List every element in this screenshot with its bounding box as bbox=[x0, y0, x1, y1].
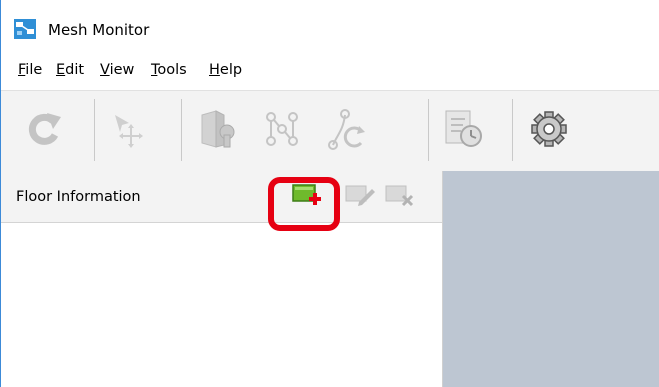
move-cursor-icon bbox=[115, 115, 143, 148]
menu-view-label: iew bbox=[109, 62, 135, 78]
menu-view[interactable]: View bbox=[100, 58, 134, 82]
title-bar[interactable]: Mesh Monitor bbox=[1, 0, 659, 46]
node-link-button[interactable] bbox=[260, 105, 304, 153]
window-title: Mesh Monitor bbox=[48, 21, 150, 39]
delete-floor-button[interactable] bbox=[385, 182, 415, 210]
refresh-button[interactable] bbox=[23, 105, 67, 153]
toolbar bbox=[1, 90, 659, 172]
menu-help-mnemonic: H bbox=[209, 62, 220, 78]
menu-edit-mnemonic: E bbox=[56, 62, 66, 78]
menu-view-mnemonic: V bbox=[100, 62, 110, 78]
menu-edit[interactable]: Edit bbox=[56, 58, 84, 82]
device-settings-button[interactable] bbox=[196, 105, 240, 153]
toolbar-separator bbox=[428, 99, 429, 161]
map-canvas[interactable] bbox=[443, 171, 659, 387]
menu-file[interactable]: File bbox=[18, 58, 42, 82]
edit-floor-button[interactable] bbox=[345, 182, 375, 210]
menu-bar: File Edit View Tools Help bbox=[1, 58, 659, 82]
add-floor-icon bbox=[292, 184, 321, 205]
add-floor-button[interactable] bbox=[292, 182, 322, 210]
floor-information-panel: Floor Information bbox=[1, 171, 443, 387]
route-icon bbox=[328, 109, 365, 150]
node-link-icon bbox=[266, 112, 298, 146]
menu-tools[interactable]: Tools bbox=[151, 58, 187, 82]
history-log-icon bbox=[445, 110, 482, 147]
move-button[interactable] bbox=[107, 105, 151, 153]
panel-title: Floor Information bbox=[16, 189, 141, 205]
gear-icon bbox=[531, 111, 567, 147]
device-settings-icon bbox=[201, 110, 235, 148]
menu-file-label: ile bbox=[25, 62, 43, 78]
edit-floor-icon bbox=[345, 185, 375, 206]
mesh-monitor-app-icon bbox=[14, 19, 36, 39]
toolbar-separator bbox=[94, 99, 95, 161]
menu-edit-label: dit bbox=[65, 62, 85, 78]
settings-button[interactable] bbox=[527, 105, 571, 153]
delete-floor-icon bbox=[385, 185, 414, 207]
menu-help-label: elp bbox=[219, 62, 243, 78]
panel-header: Floor Information bbox=[1, 171, 442, 231]
refresh-icon bbox=[28, 113, 61, 145]
toolbar-separator bbox=[181, 99, 182, 161]
main-window: Mesh Monitor File Edit View Tools Help F… bbox=[0, 0, 659, 387]
menu-help[interactable]: Help bbox=[209, 58, 242, 82]
menu-tools-label: ools bbox=[157, 62, 187, 78]
route-button[interactable] bbox=[323, 105, 367, 153]
toolbar-separator bbox=[512, 99, 513, 161]
history-button[interactable] bbox=[441, 105, 485, 153]
